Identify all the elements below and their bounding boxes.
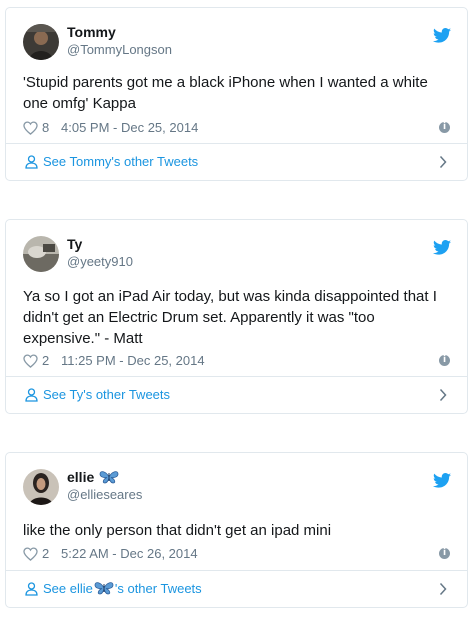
tweet-text: Ya so I got an iPad Air today, but was k… [23,288,437,347]
see-other-tweets-link[interactable]: See Tommy's other Tweets [6,143,467,180]
twitter-bird-icon[interactable] [433,240,451,255]
tweet-header: Tommy @TommyLongson [23,24,453,64]
tweet-meta: 2 5:22 AM - Dec 26, 2014 i [23,546,450,562]
author-handle[interactable]: @yeety910 [67,254,133,270]
butterfly-emoji-icon [94,582,114,595]
timestamp[interactable]: 11:25 PM - Dec 25, 2014 [61,353,205,369]
author-name[interactable]: ellie [67,469,120,486]
twitter-bird-icon[interactable] [433,473,451,488]
see-other-tweets-link[interactable]: See ellie 's other Tweets [6,570,467,607]
like-count[interactable]: 2 [42,353,49,369]
avatar[interactable] [23,469,59,505]
like-count[interactable]: 2 [42,546,49,562]
avatar[interactable] [23,236,59,272]
tweet-card-ty: Ty @yeety910 Ya so I got an iPad Air tod… [5,219,468,414]
info-icon[interactable]: i [439,548,450,559]
person-icon [25,388,38,402]
timestamp[interactable]: 4:05 PM - Dec 25, 2014 [61,120,198,136]
see-other-prefix: See ellie [43,581,93,596]
info-icon[interactable]: i [439,122,450,133]
see-other-tweets-link[interactable]: See Ty's other Tweets [6,376,467,413]
person-icon [25,155,38,169]
chevron-right-icon [439,582,447,596]
tweet-text: like the only person that didn't get an … [23,522,332,539]
see-other-tweets-label: See ellie 's other Tweets [43,581,202,597]
tweet-card-ellie: ellie @ellieseares like the only person … [5,452,468,608]
tweet-meta: 2 11:25 PM - Dec 25, 2014 i [23,353,450,369]
tweet-text: 'Stupid parents got me a black iPhone wh… [23,74,428,112]
timestamp[interactable]: 5:22 AM - Dec 26, 2014 [61,546,198,562]
info-icon[interactable]: i [439,355,450,366]
tweet-header: ellie @ellieseares [23,469,453,509]
butterfly-emoji-icon [99,471,119,484]
tweet-meta: 8 4:05 PM - Dec 25, 2014 i [23,120,450,136]
author-name[interactable]: Tommy [67,24,116,41]
tweet-card-tommy: Tommy @TommyLongson 'Stupid parents got … [5,7,468,181]
heart-icon[interactable] [23,547,38,561]
author-name-text: ellie [67,469,95,485]
like-count[interactable]: 8 [42,120,49,136]
see-other-suffix: 's other Tweets [114,581,202,596]
person-icon [25,582,38,596]
author-handle[interactable]: @ellieseares [67,487,142,503]
twitter-bird-icon[interactable] [433,28,451,43]
heart-icon[interactable] [23,354,38,368]
chevron-right-icon [439,155,447,169]
see-other-tweets-label: See Tommy's other Tweets [43,154,199,169]
chevron-right-icon [439,388,447,402]
author-handle[interactable]: @TommyLongson [67,42,172,58]
heart-icon[interactable] [23,121,38,135]
see-other-tweets-label: See Ty's other Tweets [43,387,171,402]
tweet-header: Ty @yeety910 [23,236,453,276]
avatar[interactable] [23,24,59,60]
author-name[interactable]: Ty [67,236,82,253]
